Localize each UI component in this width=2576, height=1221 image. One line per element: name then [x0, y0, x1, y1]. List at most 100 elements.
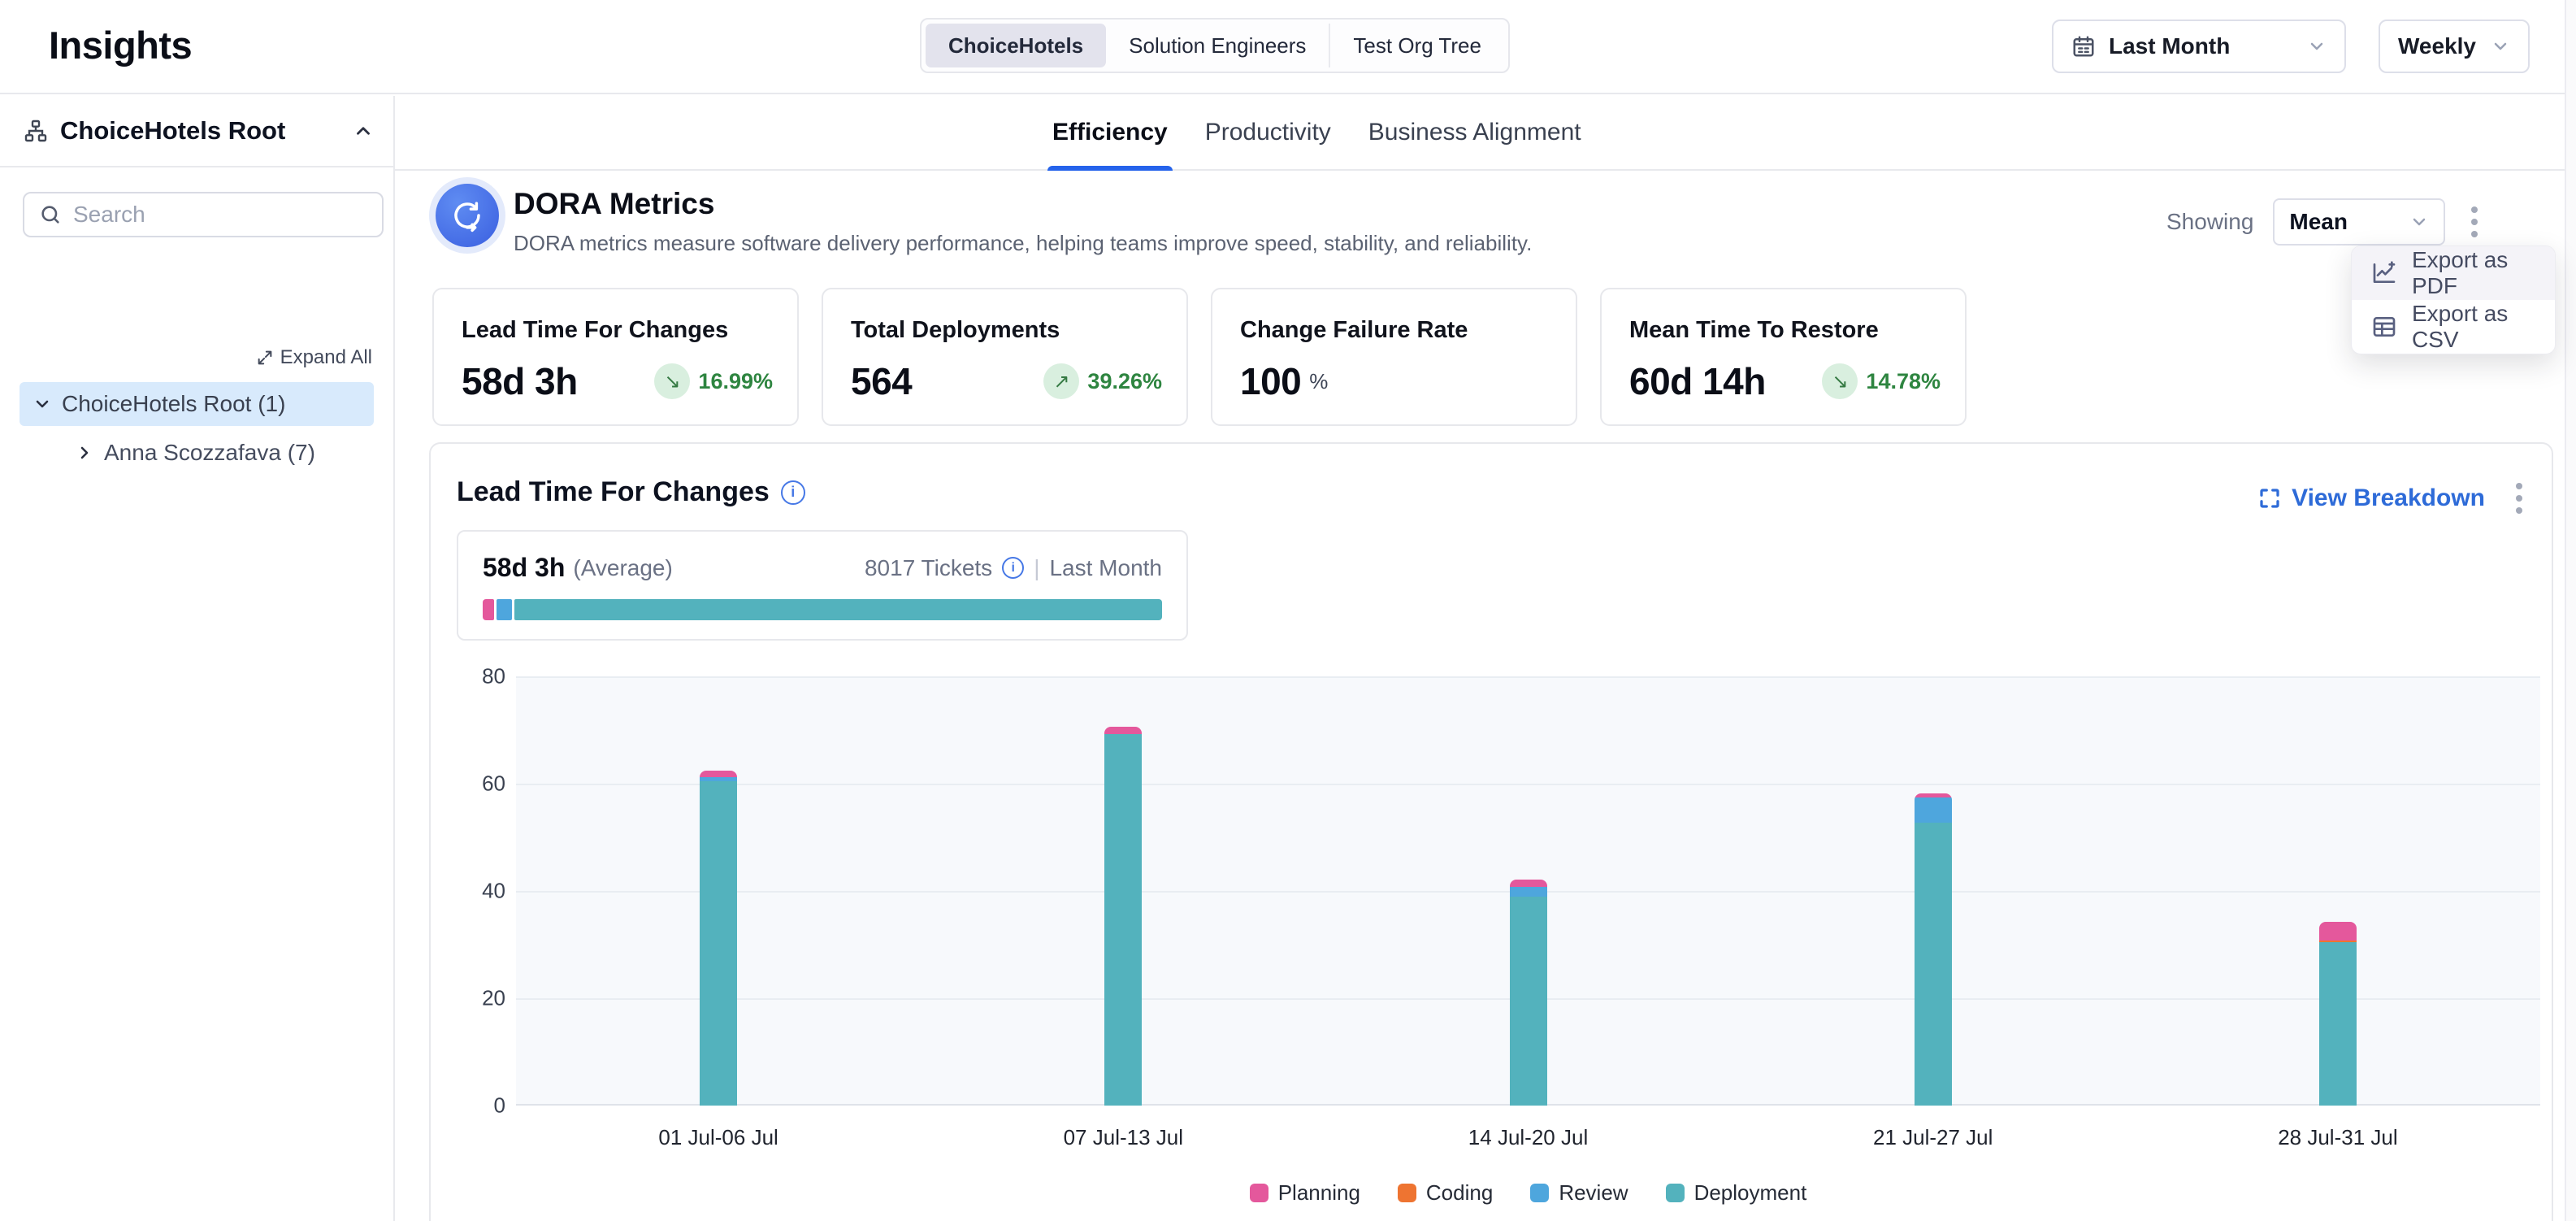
- card-value: 100: [1240, 359, 1301, 403]
- calendar-icon: [2071, 34, 2096, 59]
- legend-label: Deployment: [1694, 1180, 1807, 1206]
- tab-efficiency[interactable]: Efficiency: [1052, 96, 1168, 169]
- search-icon: [39, 203, 62, 226]
- org-switcher: ChoiceHotels Solution Engineers Test Org…: [920, 18, 1510, 73]
- summary-qualifier: (Average): [573, 555, 672, 581]
- trend-down-arrow-icon: ↘: [654, 363, 690, 399]
- bar-group: [1325, 676, 1730, 1106]
- dora-cycle-icon: [436, 184, 499, 247]
- bar-segment-review: [1915, 797, 1952, 822]
- search-input[interactable]: [73, 202, 367, 228]
- dora-metrics-subtitle: DORA metrics measure software delivery p…: [514, 231, 1532, 256]
- card-title: Mean Time To Restore: [1629, 317, 1937, 344]
- x-tick-label: 21 Jul-27 Jul: [1731, 1125, 2136, 1150]
- org-tree-sidebar: ChoiceHotels Root Expand All: [0, 96, 395, 1221]
- legend-label: Coding: [1426, 1180, 1493, 1206]
- legend-label: Planning: [1278, 1180, 1360, 1206]
- legend-label: Review: [1559, 1180, 1628, 1206]
- granularity-value: Weekly: [2398, 33, 2478, 59]
- lead-time-section-title: Lead Time For Changes: [457, 476, 770, 508]
- stacked-bar-chart: [516, 676, 2540, 1106]
- trend-value: 16.99%: [698, 369, 773, 394]
- phase-segment-planning: [483, 599, 494, 620]
- summary-separator: |: [1034, 555, 1039, 581]
- bar-segment-deployment: [1510, 897, 1547, 1106]
- aggregation-select[interactable]: Mean: [2273, 198, 2445, 246]
- legend-item-deployment: Deployment: [1666, 1180, 1807, 1206]
- chevron-right-icon[interactable]: [75, 443, 94, 463]
- showing-label: Showing: [2166, 209, 2253, 235]
- summary-tickets: 8017 Tickets: [865, 555, 992, 581]
- tab-business-alignment[interactable]: Business Alignment: [1368, 96, 1581, 169]
- phase-segment-review: [497, 599, 512, 620]
- trend-down-arrow-icon: ↘: [1822, 363, 1858, 399]
- chart-export-icon: [2371, 260, 2397, 286]
- expand-icon: [256, 349, 274, 367]
- org-tab-solution-engineers[interactable]: Solution Engineers: [1106, 24, 1329, 67]
- section-tab-bar: Efficiency Productivity Business Alignme…: [395, 96, 2576, 171]
- export-menu: Export as PDF Export as CSV: [2351, 246, 2556, 354]
- expand-all-button[interactable]: Expand All: [256, 346, 372, 369]
- date-range-select[interactable]: Last Month: [2052, 20, 2346, 73]
- card-title: Lead Time For Changes: [462, 317, 770, 344]
- tree-item-anna-scozzafava[interactable]: Anna Scozzafava (7): [0, 432, 393, 473]
- legend-item-coding: Coding: [1398, 1180, 1493, 1206]
- bar-segment-planning: [2319, 922, 2357, 940]
- x-tick-label: 01 Jul-06 Jul: [516, 1125, 921, 1150]
- sidebar-search[interactable]: [23, 192, 384, 237]
- sidebar-root-title: ChoiceHotels Root: [60, 116, 341, 146]
- dora-kebab-menu-button[interactable]: [2465, 200, 2484, 244]
- bar-segment-deployment: [2319, 942, 2357, 1106]
- card-change-failure-rate: Change Failure Rate 100 %: [1211, 288, 1577, 426]
- trend-value: 14.78%: [1866, 369, 1941, 394]
- page-title: Insights: [49, 23, 192, 67]
- bar-group: [921, 676, 1325, 1106]
- bar-group: [516, 676, 921, 1106]
- card-title: Total Deployments: [851, 317, 1159, 344]
- view-breakdown-label: View Breakdown: [2292, 484, 2485, 512]
- chevron-down-icon[interactable]: [33, 394, 52, 414]
- export-csv-menu-item[interactable]: Export as CSV: [2352, 300, 2555, 354]
- stacked-bar: [1915, 793, 1952, 1106]
- vertical-scrollbar[interactable]: [2565, 0, 2576, 1221]
- granularity-select[interactable]: Weekly: [2379, 20, 2530, 73]
- org-tab-choicehotels[interactable]: ChoiceHotels: [926, 24, 1106, 67]
- chart-legend: Planning Coding Review Deployment: [516, 1180, 2540, 1206]
- card-value: 58d 3h: [462, 359, 578, 403]
- sidebar-header: ChoiceHotels Root: [0, 96, 393, 167]
- info-icon[interactable]: i: [781, 480, 805, 505]
- phase-segment-deployment: [514, 599, 1162, 620]
- bar-group: [2136, 676, 2540, 1106]
- stacked-bar: [700, 771, 737, 1106]
- chevron-up-icon[interactable]: [353, 120, 374, 141]
- org-hierarchy-icon: [23, 118, 49, 144]
- legend-swatch: [1398, 1184, 1416, 1202]
- lead-time-summary-card: 58d 3h (Average) 8017 Tickets i | Last M…: [457, 530, 1188, 641]
- trend-badge: ↗ 39.26%: [1043, 363, 1162, 399]
- card-value: 564: [851, 359, 912, 403]
- info-icon[interactable]: i: [1002, 557, 1024, 579]
- tree-item-label: Anna Scozzafava (7): [104, 440, 315, 466]
- export-pdf-menu-item[interactable]: Export as PDF: [2352, 246, 2555, 300]
- y-tick-label: 0: [494, 1093, 505, 1119]
- x-tick-label: 07 Jul-13 Jul: [921, 1125, 1325, 1150]
- chevron-down-icon: [2409, 212, 2429, 232]
- stacked-bar: [2319, 922, 2357, 1106]
- card-title: Change Failure Rate: [1240, 317, 1548, 344]
- view-breakdown-button[interactable]: View Breakdown: [2257, 484, 2485, 512]
- trend-badge: ↘ 16.99%: [654, 363, 773, 399]
- tab-productivity[interactable]: Productivity: [1205, 96, 1331, 169]
- org-tab-test-org-tree[interactable]: Test Org Tree: [1329, 24, 1504, 67]
- x-axis-labels: 01 Jul-06 Jul07 Jul-13 Jul14 Jul-20 Jul2…: [516, 1125, 2540, 1150]
- bar-segment-planning: [700, 771, 737, 777]
- y-tick-label: 40: [482, 879, 505, 904]
- bar-segment-deployment: [700, 781, 737, 1106]
- lead-time-kebab-menu-button[interactable]: [2509, 476, 2529, 520]
- expand-corners-icon: [2257, 486, 2282, 511]
- legend-swatch: [1530, 1184, 1549, 1202]
- bar-group: [1731, 676, 2136, 1106]
- bar-segment-planning: [1510, 880, 1547, 887]
- main-content: Efficiency Productivity Business Alignme…: [395, 96, 2576, 1221]
- tree-item-root[interactable]: ChoiceHotels Root (1): [20, 382, 374, 426]
- bar-segment-planning: [1104, 727, 1142, 734]
